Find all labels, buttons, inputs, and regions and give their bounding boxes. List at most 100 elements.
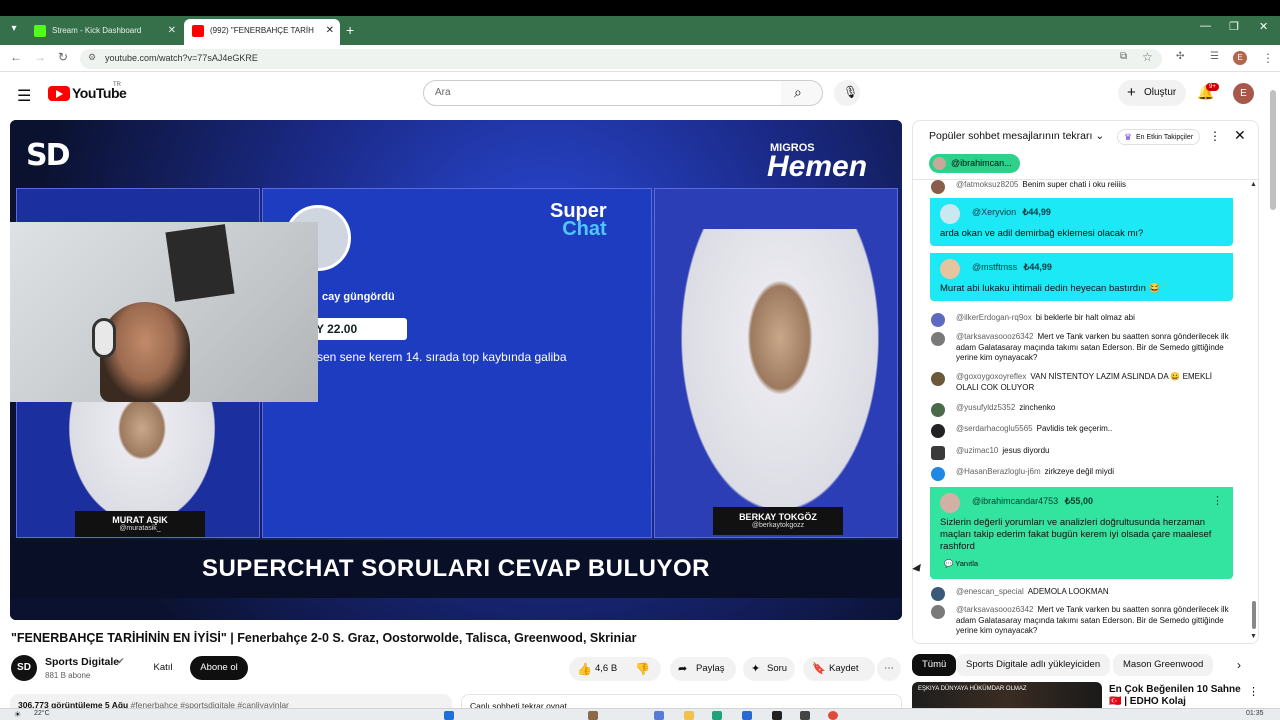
chat-username[interactable]: @serdarhacoglu5565: [956, 424, 1033, 433]
chat-user-avatar[interactable]: [931, 424, 945, 438]
superchat-avatar[interactable]: [940, 204, 960, 224]
video-player[interactable]: SD MIGROS Hemen MURAT AŞIK @muratasik_ S…: [10, 120, 902, 620]
chat-username[interactable]: @yusufyldz5352: [956, 403, 1015, 412]
forward-icon[interactable]: →: [34, 50, 46, 64]
top-fans-tag[interactable]: En Etkin Takipçiler: [1117, 129, 1201, 145]
superchat-donor-name: cay güngördü: [322, 291, 395, 303]
ask-button[interactable]: ✦ Soru: [743, 657, 795, 681]
chat-username[interactable]: @tarksavasoooz6342: [956, 605, 1034, 614]
taskbar-app-icon[interactable]: [742, 711, 752, 720]
site-info-icon[interactable]: ⚙: [88, 52, 96, 63]
search-button[interactable]: ⌕: [781, 80, 823, 106]
chat-user-avatar[interactable]: [931, 587, 945, 601]
like-count[interactable]: 4,6 B: [595, 657, 617, 681]
reading-list-icon[interactable]: ☰: [1210, 51, 1219, 62]
more-actions-icon[interactable]: ⋯: [877, 657, 901, 681]
browser-menu-icon[interactable]: ⋮: [1262, 51, 1274, 65]
like-thumb-icon[interactable]: 👍: [577, 657, 592, 681]
chat-username[interactable]: @uzimac10: [956, 446, 998, 455]
verified-badge-icon: ✔: [117, 656, 125, 666]
chat-scroll-down-icon[interactable]: ▼: [1250, 633, 1257, 640]
share-button[interactable]: ➦ Paylaş: [670, 657, 736, 681]
taskbar-app-icon[interactable]: [772, 711, 782, 720]
reply-button[interactable]: 💬 Yanıtla: [930, 559, 1233, 574]
chat-username[interactable]: @tarksavasoooz6342: [956, 332, 1034, 341]
channel-avatar[interactable]: SD: [11, 655, 37, 681]
chat-username[interactable]: @goxoygoxoyreflex: [956, 372, 1026, 381]
subscribe-button[interactable]: Abone ol: [190, 656, 248, 680]
chip-mason-greenwood[interactable]: Mason Greenwood: [1113, 654, 1214, 676]
restore-icon[interactable]: ❐: [1229, 20, 1239, 33]
system-clock[interactable]: 01:35: [1246, 710, 1264, 717]
tab-youtube-video[interactable]: (992) "FENERBAHÇE TARİH ✕: [184, 19, 340, 45]
weather-temperature[interactable]: 22°C: [34, 710, 50, 717]
left-host-handle: @muratasik_: [119, 525, 161, 532]
recommendation-title[interactable]: En Çok Beğenilen 10 Sahne 🇹🇷 | EDHO Kola…: [1109, 684, 1249, 708]
tab-kick-dashboard[interactable]: Stream - Kick Dashboard ✕: [26, 20, 182, 42]
new-tab-button[interactable]: +: [346, 21, 354, 39]
superchat-avatar[interactable]: [940, 259, 960, 279]
voice-search-button[interactable]: 🎙: [834, 80, 860, 106]
youtube-logo-icon[interactable]: [48, 86, 70, 101]
recommendation-more-icon[interactable]: ⋮: [1248, 685, 1259, 698]
page-scrollbar[interactable]: [1270, 90, 1276, 210]
chat-more-icon[interactable]: ⋮: [1209, 129, 1221, 143]
chat-user-avatar[interactable]: [931, 313, 945, 327]
create-button[interactable]: + Oluştur: [1118, 80, 1186, 106]
file-explorer-icon[interactable]: [684, 711, 694, 720]
tab-search-icon[interactable]: ▾: [6, 21, 22, 37]
superchat-message: @Xeryvion ₺44,99 arda okan ve adil demir…: [930, 198, 1233, 246]
reload-icon[interactable]: ↻: [58, 50, 68, 64]
chat-user-avatar[interactable]: [931, 332, 945, 346]
search-input[interactable]: [423, 80, 782, 106]
taskbar-app-icon[interactable]: [712, 711, 722, 720]
close-tab-icon[interactable]: ✕: [168, 20, 176, 42]
chat-scroll-up-icon[interactable]: ▲: [1250, 181, 1257, 188]
save-button[interactable]: 🔖 Kaydet: [803, 657, 875, 681]
chat-scrollbar-thumb[interactable]: [1252, 601, 1256, 629]
back-icon[interactable]: ←: [10, 50, 22, 64]
superchat-username[interactable]: @Xeryvion: [972, 207, 1016, 217]
right-host-nameplate: BERKAY TOKGÖZ @berkaytokgozz: [713, 507, 843, 535]
channel-name[interactable]: Sports Digitale: [45, 656, 119, 668]
chip-all[interactable]: Tümü: [912, 654, 957, 676]
chat-user-avatar[interactable]: [931, 403, 945, 417]
join-button[interactable]: Katıl: [142, 656, 184, 680]
chat-username[interactable]: @enescan_special: [956, 587, 1024, 596]
extensions-icon[interactable]: ✣: [1176, 51, 1184, 62]
superchat-more-icon[interactable]: ⋮: [1212, 487, 1223, 515]
chat-username[interactable]: @HasanBerazloglu-j6m: [956, 467, 1041, 476]
chat-user-avatar[interactable]: [931, 605, 945, 619]
chat-user-avatar[interactable]: [931, 467, 945, 481]
minimize-icon[interactable]: —: [1200, 20, 1211, 32]
taskbar-app-icon[interactable]: [800, 711, 810, 720]
install-app-icon[interactable]: ⧉: [1120, 51, 1127, 62]
close-tab-icon[interactable]: ✕: [326, 19, 334, 43]
chip-uploader[interactable]: Sports Digitale adlı yükleyiciden: [956, 654, 1111, 676]
bookmark-star-icon[interactable]: ☆: [1142, 50, 1153, 64]
weather-icon[interactable]: ☀: [14, 710, 21, 719]
chat-username[interactable]: @ilkerErdogan-rq9ox: [956, 313, 1032, 322]
taskbar-app-icon[interactable]: [588, 711, 598, 720]
taskbar-app-icon[interactable]: [654, 711, 664, 720]
start-icon[interactable]: [444, 711, 454, 720]
chat-user-avatar[interactable]: [931, 446, 945, 460]
account-avatar[interactable]: E: [1233, 83, 1254, 104]
ask-label: Soru: [767, 663, 788, 674]
superchat-username[interactable]: @mstftmss: [972, 262, 1017, 272]
close-chat-icon[interactable]: ✕: [1234, 127, 1246, 144]
chips-next-chevron-icon[interactable]: ›: [1237, 658, 1241, 672]
guide-menu-icon[interactable]: ☰: [17, 86, 31, 106]
chat-user-avatar[interactable]: [931, 180, 945, 194]
superchat-username[interactable]: @ibrahimcandar4753: [972, 496, 1058, 506]
chrome-icon[interactable]: [828, 711, 838, 720]
chat-mode-dropdown[interactable]: Popüler sohbet mesajlarının tekrarı ⌄: [929, 130, 1104, 142]
superchat-avatar[interactable]: [940, 493, 960, 513]
pinned-superchat-chip[interactable]: @ibrahimcan...: [929, 154, 1020, 173]
chat-username[interactable]: @fatmoksuz8205: [956, 180, 1018, 189]
url-text[interactable]: youtube.com/watch?v=77sAJ4eGKRE: [105, 53, 258, 63]
browser-profile-avatar[interactable]: E: [1233, 51, 1247, 65]
dislike-thumb-icon[interactable]: 👎: [635, 657, 650, 681]
close-window-icon[interactable]: ✕: [1259, 20, 1268, 33]
chat-user-avatar[interactable]: [931, 372, 945, 386]
